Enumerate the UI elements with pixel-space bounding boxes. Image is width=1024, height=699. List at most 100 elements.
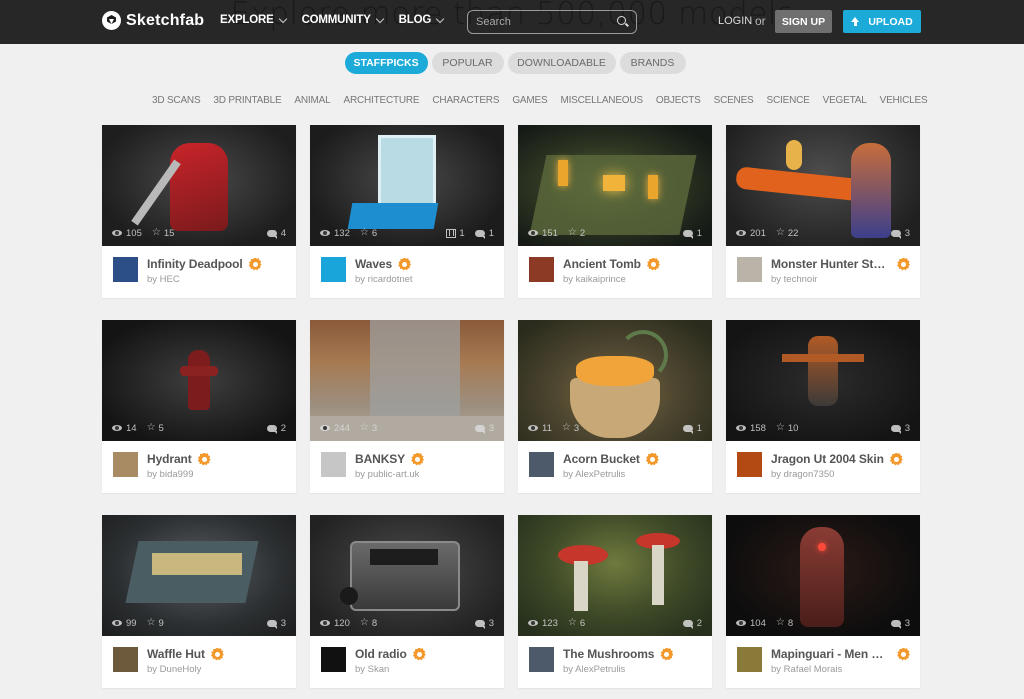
upload-button[interactable]: UPLOAD	[843, 10, 921, 33]
model-author[interactable]: by public-art.uk	[355, 469, 424, 480]
model-author[interactable]: by Rafael Morais	[771, 664, 910, 675]
model-thumbnail[interactable]: 99 ☆ 9 3	[102, 515, 296, 636]
author-avatar[interactable]	[113, 452, 138, 477]
author-avatar[interactable]	[529, 257, 554, 282]
category-scenes[interactable]: SCENES	[714, 95, 754, 106]
author-avatar[interactable]	[737, 647, 762, 672]
model-card[interactable]: 158 ☆ 10 3 Jragon Ut 2004 Skin by dragon7…	[726, 320, 920, 493]
model-title[interactable]: Infinity Deadpool	[147, 257, 243, 271]
author-avatar[interactable]	[113, 647, 138, 672]
model-title[interactable]: Mapinguari - Men Ea...	[771, 647, 891, 661]
staffpick-badge-icon	[646, 453, 659, 466]
model-author[interactable]: by technoir	[771, 274, 910, 285]
model-author[interactable]: by Skan	[355, 664, 426, 675]
model-card[interactable]: 123 ☆ 6 2 The Mushrooms by AlexPetrulis	[518, 515, 712, 688]
signup-button[interactable]: SIGN UP	[775, 10, 832, 33]
model-thumbnail[interactable]: 14 ☆ 5 2	[102, 320, 296, 441]
views-value: 132	[334, 227, 350, 239]
category-objects[interactable]: OBJECTS	[656, 95, 701, 106]
comment-icon	[266, 424, 277, 434]
category-games[interactable]: GAMES	[512, 95, 547, 106]
model-card[interactable]: 11 ☆ 3 1 Acorn Bucket by AlexPetrulis	[518, 320, 712, 493]
model-author[interactable]: by AlexPetrulis	[563, 469, 659, 480]
search-box	[467, 10, 637, 34]
nav-community[interactable]: COMMUNITY	[302, 14, 384, 26]
model-title[interactable]: Hydrant	[147, 452, 192, 466]
model-card[interactable]: 132 ☆ 6 1 1 Waves by ricardotnet	[310, 125, 504, 298]
views-value: 151	[542, 227, 558, 239]
comments-value: 2	[696, 617, 702, 629]
author-avatar[interactable]	[529, 647, 554, 672]
model-card[interactable]: 99 ☆ 9 3 Waffle Hut by DuneHoly	[102, 515, 296, 688]
model-title[interactable]: Waves	[355, 257, 392, 271]
eye-icon	[320, 620, 330, 626]
signup-label: SIGN UP	[781, 15, 826, 28]
category-3d-printable[interactable]: 3D PRINTABLE	[213, 95, 281, 106]
model-thumbnail[interactable]: 104 ☆ 8 3	[726, 515, 920, 636]
model-thumbnail[interactable]: 244 ☆ 3 3	[310, 320, 504, 441]
views-value: 123	[542, 617, 558, 629]
model-author[interactable]: by AlexPetrulis	[563, 664, 673, 675]
model-thumbnail[interactable]: 201 ☆ 22 3	[726, 125, 920, 246]
sketchfab-logo[interactable]: Sketchfab	[102, 11, 204, 30]
model-card[interactable]: 120 ☆ 8 3 Old radio by Skan	[310, 515, 504, 688]
model-stats: 11 ☆ 3 1	[518, 422, 712, 434]
model-card[interactable]: 151 ☆ 2 1 Ancient Tomb by kaikaiprince	[518, 125, 712, 298]
model-card[interactable]: 201 ☆ 22 3 Monster Hunter Stor... by tech…	[726, 125, 920, 298]
search-input[interactable]	[476, 16, 606, 28]
model-card[interactable]: 14 ☆ 5 2 Hydrant by bida999	[102, 320, 296, 493]
model-thumbnail[interactable]: 132 ☆ 6 1 1	[310, 125, 504, 246]
model-author[interactable]: by kaikaiprince	[563, 274, 660, 285]
model-card[interactable]: 105 ☆ 15 4 Infinity Deadpool by HEC	[102, 125, 296, 298]
nav-blog[interactable]: BLOG	[399, 14, 445, 26]
staffpick-badge-icon	[647, 258, 660, 271]
tab-staffpicks[interactable]: STAFFPICKS	[344, 52, 428, 74]
category-architecture[interactable]: ARCHITECTURE	[343, 95, 419, 106]
model-title[interactable]: Jragon Ut 2004 Skin	[771, 452, 884, 466]
category-miscellaneous[interactable]: MISCELLANEOUS	[560, 95, 643, 106]
model-thumbnail[interactable]: 11 ☆ 3 1	[518, 320, 712, 441]
model-thumbnail[interactable]: 105 ☆ 15 4	[102, 125, 296, 246]
author-avatar[interactable]	[321, 647, 346, 672]
model-title[interactable]: Monster Hunter Stor...	[771, 257, 891, 271]
model-card[interactable]: 104 ☆ 8 3 Mapinguari - Men Ea... by Rafae…	[726, 515, 920, 688]
model-title[interactable]: BANKSY	[355, 452, 405, 466]
category-characters[interactable]: CHARACTERS	[432, 95, 499, 106]
login-link[interactable]: LOGIN	[718, 15, 752, 27]
model-author[interactable]: by DuneHoly	[147, 664, 224, 675]
model-title[interactable]: Acorn Bucket	[563, 452, 640, 466]
model-author[interactable]: by bida999	[147, 469, 211, 480]
model-title[interactable]: Waffle Hut	[147, 647, 205, 661]
author-avatar[interactable]	[529, 452, 554, 477]
model-title[interactable]: The Mushrooms	[563, 647, 654, 661]
tab-downloadable[interactable]: DOWNLOADABLE	[507, 52, 616, 74]
category-3d-scans[interactable]: 3D SCANS	[152, 95, 201, 106]
model-thumbnail[interactable]: 123 ☆ 6 2	[518, 515, 712, 636]
model-title[interactable]: Old radio	[355, 647, 407, 661]
category-science[interactable]: SCIENCE	[767, 95, 810, 106]
tab-brands[interactable]: BRANDS	[619, 52, 686, 74]
search-icon[interactable]	[617, 16, 626, 25]
model-thumbnail[interactable]: 120 ☆ 8 3	[310, 515, 504, 636]
model-title[interactable]: Ancient Tomb	[563, 257, 641, 271]
model-author[interactable]: by dragon7350	[771, 469, 903, 480]
model-thumbnail[interactable]: 151 ☆ 2 1	[518, 125, 712, 246]
model-thumbnail[interactable]: 158 ☆ 10 3	[726, 320, 920, 441]
nav-explore[interactable]: EXPLORE	[220, 14, 287, 26]
model-card[interactable]: 244 ☆ 3 3 BANKSY by public-art.uk	[310, 320, 504, 493]
staffpick-badge-icon	[897, 258, 910, 271]
model-author[interactable]: by HEC	[147, 274, 262, 285]
category-vehicles[interactable]: VEHICLES	[880, 95, 928, 106]
author-avatar[interactable]	[737, 452, 762, 477]
category-vegetal[interactable]: VEGETAL	[823, 95, 867, 106]
author-avatar[interactable]	[737, 257, 762, 282]
comments-count: 1	[682, 423, 702, 434]
model-stats: 123 ☆ 6 2	[518, 617, 712, 629]
author-avatar[interactable]	[321, 452, 346, 477]
tab-popular[interactable]: POPULAR	[431, 52, 504, 74]
eye-icon	[112, 230, 122, 236]
author-avatar[interactable]	[113, 257, 138, 282]
model-author[interactable]: by ricardotnet	[355, 274, 413, 285]
author-avatar[interactable]	[321, 257, 346, 282]
category-animal[interactable]: ANIMAL	[294, 95, 330, 106]
